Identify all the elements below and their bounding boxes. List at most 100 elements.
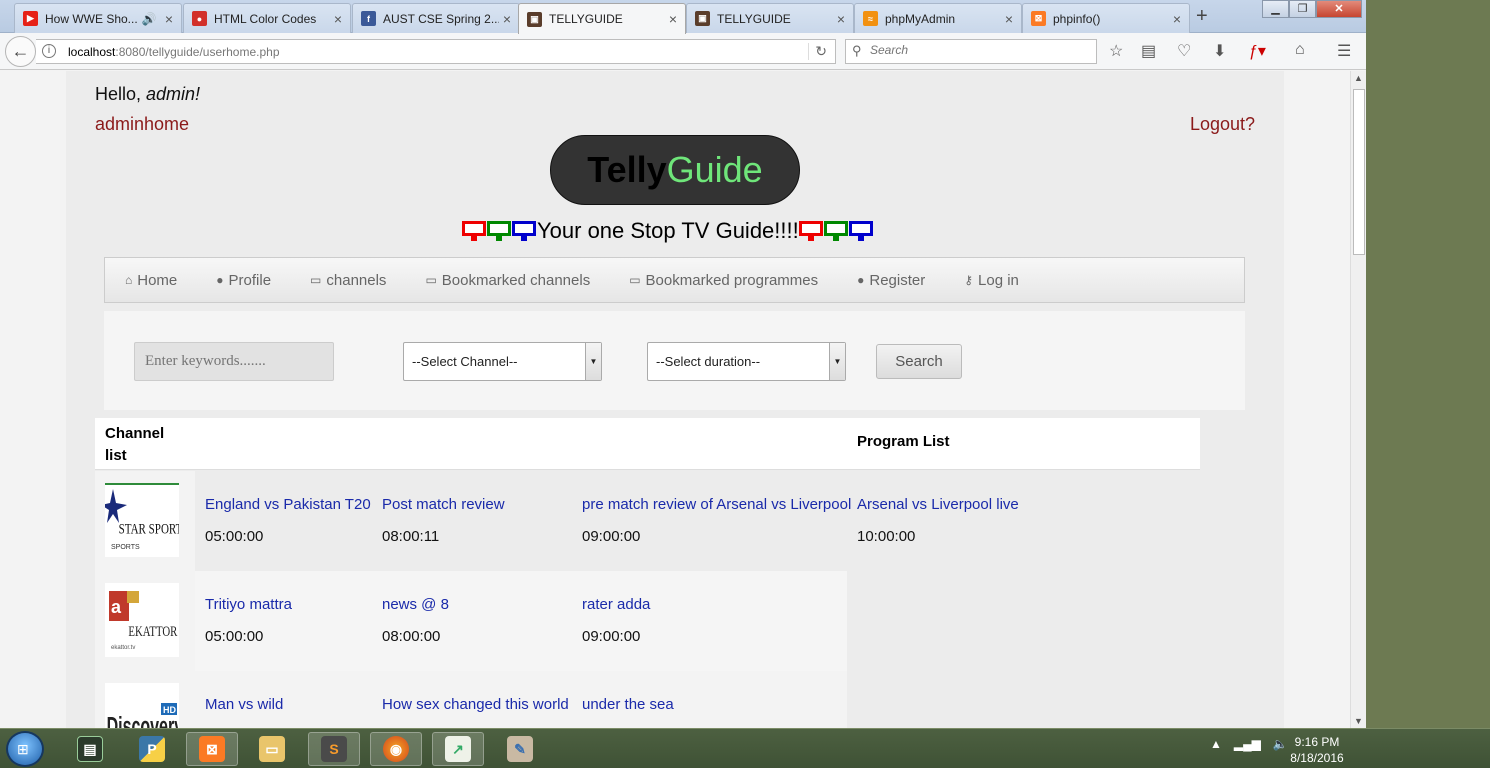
bookmark-star-icon[interactable]: ☆: [1109, 41, 1123, 61]
browser-search-input[interactable]: [870, 43, 1090, 57]
back-arrow-icon[interactable]: ←: [5, 36, 36, 67]
download-icon[interactable]: ⬇: [1213, 41, 1226, 61]
menu-icon[interactable]: ☰: [1337, 41, 1351, 61]
ekattor-tv-logo[interactable]: a EKATTOR TV ekattor.tv: [105, 583, 179, 657]
tab-phpinfo[interactable]: ⊠ phpinfo() ×: [1022, 3, 1190, 33]
program-link[interactable]: under the sea: [582, 696, 674, 713]
tab-tellyguide[interactable]: ▣ TELLYGUIDE ×: [686, 3, 854, 33]
tab-title: TELLYGUIDE: [549, 12, 623, 26]
program-link[interactable]: Post match review: [382, 496, 505, 513]
close-tab-icon[interactable]: ×: [837, 11, 845, 27]
tab-tellyguide-active[interactable]: ▣ TELLYGUIDE ×: [518, 3, 686, 34]
new-tab-icon[interactable]: +: [1196, 5, 1208, 28]
program-link[interactable]: Tritiyo mattra: [205, 596, 292, 613]
python-icon: P: [139, 736, 165, 762]
close-tab-icon[interactable]: ×: [1173, 11, 1181, 27]
tab-title: TELLYGUIDE: [717, 11, 791, 26]
menu-label: Bookmarked programmes: [645, 271, 819, 289]
dropdown-arrow-icon[interactable]: ▼: [585, 343, 601, 380]
network-icon[interactable]: ▂▄▆: [1234, 737, 1261, 751]
taskbar-python[interactable]: P: [126, 732, 178, 766]
discovery-hd-logo[interactable]: Discovery HD: [105, 683, 179, 728]
menu-item-bookmarked-channels[interactable]: ▭ Bookmarked channels: [425, 272, 590, 289]
taskbar-xampp[interactable]: ⊠: [186, 732, 238, 766]
xampp-icon: ⊠: [1031, 11, 1046, 26]
start-button[interactable]: ⊞: [6, 731, 44, 767]
tab-wwe[interactable]: ▶ How WWE Sho... 🔊 ×: [14, 3, 182, 33]
scroll-down-icon[interactable]: ▼: [1354, 716, 1363, 726]
dropdown-arrow-icon[interactable]: ▼: [829, 343, 845, 380]
taskbar-explorer[interactable]: ▭: [246, 732, 298, 766]
info-icon[interactable]: i: [42, 44, 56, 58]
menu-item-channels[interactable]: ▭ channels: [310, 272, 386, 289]
channel-select[interactable]: --Select Channel-- ▼: [403, 342, 602, 381]
flash-icon[interactable]: ƒ▾: [1249, 41, 1266, 61]
scrollbar-thumb[interactable]: [1353, 89, 1365, 255]
logo-telly: Telly: [587, 149, 667, 190]
menu-item-home[interactable]: ⌂ Home: [125, 272, 177, 289]
user-icon: ●: [216, 273, 224, 287]
program-link[interactable]: England vs Pakistan T20: [205, 496, 371, 513]
url-text[interactable]: localhost:8080/tellyguide/userhome.php: [68, 45, 280, 59]
close-tab-icon[interactable]: ×: [165, 11, 173, 27]
adminhome-link[interactable]: adminhome: [95, 114, 189, 135]
url-path: :8080/tellyguide/userhome.php: [115, 45, 280, 59]
monitor-icon: ▭: [425, 273, 437, 287]
search-button[interactable]: Search: [876, 344, 962, 379]
reading-list-icon[interactable]: ▤: [1141, 41, 1156, 61]
close-tab-icon[interactable]: ×: [669, 11, 677, 27]
program-link[interactable]: Man vs wild: [205, 696, 283, 713]
menu-item-login[interactable]: ⚷ Log in: [964, 272, 1019, 289]
scroll-up-icon[interactable]: ▲: [1354, 73, 1363, 83]
svg-text:HD: HD: [163, 705, 176, 715]
close-tab-icon[interactable]: ×: [334, 11, 342, 27]
browser-search-box[interactable]: ⚲: [845, 39, 1097, 64]
taskbar-monitor[interactable]: ↗: [432, 732, 484, 766]
browser-window: ▶ How WWE Sho... 🔊 × ● HTML Color Codes …: [0, 0, 1366, 728]
program-link[interactable]: rater adda: [582, 596, 650, 613]
menu-item-profile[interactable]: ● Profile: [216, 272, 271, 289]
logout-link[interactable]: Logout?: [1190, 114, 1255, 135]
tab-html-color-codes[interactable]: ● HTML Color Codes ×: [183, 3, 351, 33]
tab-title: phpMyAdmin: [885, 11, 956, 26]
menu-item-register[interactable]: ● Register: [857, 272, 925, 289]
window-controls: ▁ ❐ ✕: [1262, 0, 1362, 18]
minimize-icon[interactable]: ▁: [1262, 0, 1289, 18]
window-close-icon[interactable]: ✕: [1316, 0, 1362, 18]
site-logo[interactable]: TellyGuide: [550, 135, 800, 205]
program-link[interactable]: pre match review of Arsenal vs Liverpool: [582, 496, 851, 513]
close-tab-icon[interactable]: ×: [503, 11, 511, 27]
reload-icon[interactable]: ↻: [808, 43, 827, 60]
keywords-input[interactable]: [134, 342, 334, 381]
menu-item-bookmarked-programmes[interactable]: ▭ Bookmarked programmes: [629, 272, 818, 289]
svg-text:ekattor.tv: ekattor.tv: [111, 645, 135, 651]
program-link[interactable]: Arsenal vs Liverpool live: [857, 496, 1019, 513]
taskbar-paint[interactable]: ✎: [494, 732, 546, 766]
tab-title: phpinfo(): [1053, 11, 1101, 26]
speaker-icon[interactable]: 🔊: [142, 12, 157, 26]
address-bar[interactable]: i localhost:8080/tellyguide/userhome.php…: [36, 39, 836, 64]
taskbar-firefox[interactable]: ◉: [370, 732, 422, 766]
tab-aust-cse[interactable]: f AUST CSE Spring 2... ×: [352, 3, 520, 33]
show-hidden-icons-icon[interactable]: ▲: [1210, 737, 1222, 751]
close-tab-icon[interactable]: ×: [1005, 11, 1013, 27]
taskbar-sublime[interactable]: S: [308, 732, 360, 766]
page-scrollbar[interactable]: ▲ ▼: [1350, 71, 1366, 728]
pocket-icon[interactable]: ♡: [1177, 41, 1191, 61]
taskbar-clock[interactable]: 9:16 PM 8/18/2016: [1284, 734, 1350, 766]
program-link[interactable]: news @ 8: [382, 596, 449, 613]
tab-title: AUST CSE Spring 2...: [383, 11, 499, 26]
program-link[interactable]: How sex changed this world: [382, 696, 569, 713]
maximize-icon[interactable]: ❐: [1289, 0, 1316, 18]
channel-select-value: --Select Channel--: [412, 354, 518, 369]
taskbar-terminal[interactable]: ▤: [64, 732, 116, 766]
tv-icon: [462, 221, 486, 241]
star-sports-logo[interactable]: STAR SPORTS 1 SPORTS: [105, 483, 179, 557]
duration-select[interactable]: --Select duration-- ▼: [647, 342, 846, 381]
svg-text:a: a: [111, 597, 122, 617]
menu-label: Register: [869, 271, 926, 289]
phpmyadmin-icon: ≈: [863, 11, 878, 26]
facebook-icon: f: [361, 11, 376, 26]
tab-phpmyadmin[interactable]: ≈ phpMyAdmin ×: [854, 3, 1022, 33]
home-icon[interactable]: ⌂: [1295, 41, 1305, 59]
